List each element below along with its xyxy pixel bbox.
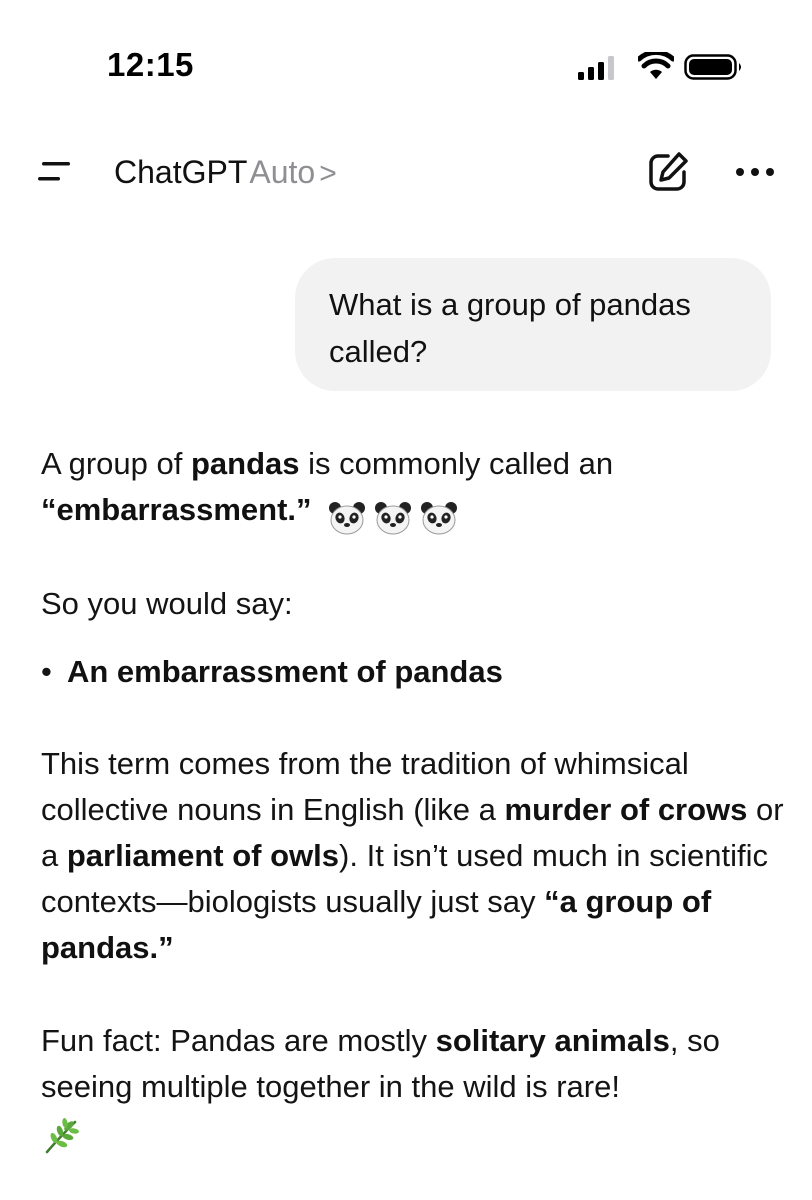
chevron-right-icon: > (319, 157, 337, 190)
bold-text: “embarrassment.” (41, 492, 312, 527)
response-paragraph-2: So you would say: (41, 586, 293, 621)
panda-face-icon (329, 501, 366, 535)
bullet-text: An embarrassment of pandas (67, 654, 503, 689)
herb-leaf-icon (45, 1117, 79, 1154)
cellular-signal-icon (578, 56, 614, 80)
response-paragraph-3: This term comes from the tradition of wh… (41, 741, 793, 971)
top-nav: ChatGPTAuto > (0, 140, 812, 206)
status-time: 12:15 (107, 46, 194, 83)
text-span: A group of (41, 446, 191, 481)
model-selector[interactable]: ChatGPTAuto > (114, 152, 337, 194)
new-chat-edit-icon[interactable] (646, 150, 690, 194)
wifi-icon (638, 52, 674, 79)
bold-text: parliament of owls (66, 838, 340, 873)
status-icons (578, 50, 748, 84)
panda-face-icon (375, 501, 412, 535)
response-paragraph-4: Fun fact: Pandas are mostly solitary ani… (41, 1018, 793, 1156)
text-span: Fun fact: Pandas are mostly (41, 1023, 436, 1058)
bullet-marker: • (41, 654, 52, 689)
response-paragraph-1: A group of pandas is commonly called an … (41, 441, 781, 539)
text-span: is commonly called an (299, 446, 614, 481)
user-message-text: What is a group of pandas called? (329, 287, 691, 369)
menu-icon[interactable] (36, 157, 76, 187)
more-options-icon[interactable] (734, 160, 776, 184)
bullet-list-item: • An embarrassment of pandas (41, 649, 503, 695)
model-name: Auto (249, 154, 316, 190)
status-bar: 12:15 (0, 0, 812, 110)
battery-icon (684, 54, 741, 80)
bold-text: murder of crows (504, 792, 748, 827)
panda-face-icon (421, 501, 458, 535)
app-title: ChatGPT (114, 154, 248, 190)
bold-text: solitary animals (435, 1023, 670, 1058)
user-message-bubble: What is a group of pandas called? (295, 258, 771, 391)
panda-emoji-group (328, 493, 466, 539)
bold-text: pandas (190, 446, 300, 481)
